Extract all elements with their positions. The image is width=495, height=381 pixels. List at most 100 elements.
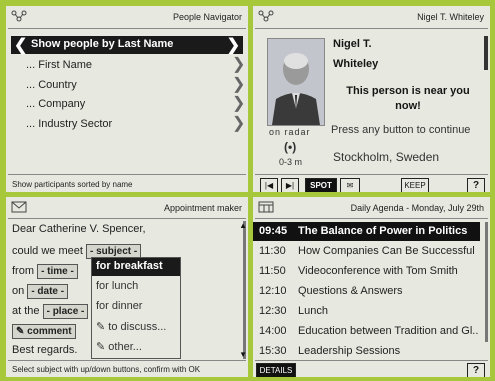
letter-salutation: Dear Catherine V. Spencer, [12,223,146,235]
divider [8,28,246,29]
agenda-time: 11:30 [259,245,286,257]
comment-field[interactable]: ✎ comment [12,324,76,339]
help-button[interactable]: ? [467,363,485,377]
agenda-row[interactable]: 11:30 How Companies Can Be Successful ..… [253,242,480,261]
agenda-time: 14:00 [259,325,287,337]
chevron-right-icon[interactable]: ❯ [232,116,245,132]
status-hint: Show participants sorted by name [12,180,133,189]
divider [255,360,488,361]
letter-line: at the - place - [12,304,89,319]
agenda-time: 12:30 [259,305,287,317]
sort-option-first-name[interactable]: ... First Name [26,59,92,71]
letter-text: could we meet [12,245,83,257]
person-first-name: Nigel T. [333,38,372,50]
subject-dropdown: for breakfast for lunch for dinner ✎ to … [91,257,181,359]
agenda-title: How Companies Can Be Successful ... [298,245,478,257]
agenda-row[interactable]: 11:50 Videoconference with Tom Smith [253,262,480,281]
scroll-up-icon[interactable]: ▲ [239,221,247,230]
agenda-title: Leadership Sessions [298,345,401,357]
divider [8,360,246,361]
envelope-icon [11,201,27,215]
dropdown-option[interactable]: for dinner [96,300,142,312]
people-navigator-panel: People Navigator ❮ Show people by Last N… [6,6,248,192]
details-button[interactable]: DETAILS [256,363,296,377]
person-location: Stockholm, Sweden [333,150,440,164]
next-icon[interactable]: ▶| [281,178,299,192]
help-button[interactable]: ? [467,178,485,192]
people-network-icon [258,10,274,24]
agenda-row[interactable]: 15:30 Leadership Sessions [253,342,480,361]
pencil-icon: ✎ [96,341,109,353]
spot-button[interactable]: SPOT [305,178,337,192]
proximity-alert: This person is near you now! [346,85,470,112]
agenda-title: Questions & Answers [298,285,403,297]
agenda-time: 15:30 [259,345,287,357]
dropdown-option[interactable]: for breakfast [92,258,180,276]
panel-title: People Navigator [172,12,242,22]
sort-option-last-name[interactable]: ❮ Show people by Last Name ❯ [11,36,243,54]
continue-prompt: Press any button to continue [331,124,471,136]
panel-title: Daily Agenda - Monday, July 29th [350,203,484,213]
chevron-left-icon[interactable]: ❮ [14,35,27,55]
sort-option-label: Show people by Last Name [31,38,174,50]
panel-header: Daily Agenda - Monday, July 29th [253,197,490,219]
option-label: for breakfast [96,260,163,272]
scrollbar[interactable] [484,36,488,70]
panel-title: Nigel T. Whiteley [417,12,484,22]
panel-header: People Navigator [6,6,248,28]
date-field[interactable]: - date - [27,284,69,299]
agenda-time: 11:50 [259,265,286,277]
agenda-row[interactable]: 12:10 Questions & Answers [253,282,480,301]
radar-status: on radar [269,127,311,137]
letter-text: at the [12,305,40,317]
scroll-down-icon[interactable]: ▼ [239,350,247,359]
pencil-icon: ✎ [16,326,28,337]
agenda-row[interactable]: 14:00 Education between Tradition and Gl… [253,322,480,341]
person-photo [267,38,325,126]
chevron-right-icon[interactable]: ❯ [232,77,245,93]
dropdown-option[interactable]: ✎ other... [96,340,142,353]
agenda-time: 09:45 [259,225,288,237]
sort-option-company[interactable]: ... Company [26,98,85,110]
dropdown-option[interactable]: ✎ to discuss... [96,320,166,333]
scrollbar[interactable] [243,221,246,359]
letter-line: on - date - [12,284,69,299]
agenda-row[interactable]: 12:30 Lunch [253,302,480,321]
appointment-panel: Appointment maker Dear Catherine V. Spen… [6,197,248,377]
agenda-title: The Balance of Power in Politics [298,225,468,237]
chevron-right-icon[interactable]: ❯ [227,35,240,55]
first-icon[interactable]: |◀ [260,178,278,192]
chevron-right-icon[interactable]: ❯ [232,96,245,112]
radar-distance: 0-3 m [279,157,303,167]
chevron-right-icon[interactable]: ❯ [232,57,245,73]
agenda-time: 12:10 [259,285,287,297]
time-field[interactable]: - time - [37,264,78,279]
mail-icon[interactable]: ✉ [340,178,360,192]
keep-button[interactable]: KEEP [401,178,429,192]
pencil-icon: ✎ [96,321,109,333]
person-panel: Nigel T. Whiteley Nigel T. Whiteley This… [253,6,490,192]
people-network-icon [11,10,27,24]
dropdown-option[interactable]: for lunch [96,280,138,292]
letter-closing: Best regards. [12,344,78,356]
divider [255,28,488,29]
sort-option-industry[interactable]: ... Industry Sector [26,118,112,130]
agenda-title: Videoconference with Tom Smith [298,265,458,277]
agenda-row[interactable]: 09:45 The Balance of Power in Politics [253,222,480,241]
letter-text: from [12,265,34,277]
letter-line: from - time - [12,264,78,279]
scrollbar[interactable] [485,222,488,342]
divider [255,218,488,219]
panel-header: Appointment maker [6,197,248,219]
sort-option-country[interactable]: ... Country [26,79,77,91]
agenda-title: Lunch [298,305,328,317]
place-field[interactable]: - place - [42,304,89,319]
panel-header: Nigel T. Whiteley [253,6,490,28]
radar-icon: (•) [284,140,297,154]
letter-text: on [12,285,25,297]
letter-line: ✎ comment [12,324,76,339]
calendar-icon [258,201,274,215]
divider [8,218,246,219]
agenda-panel: Daily Agenda - Monday, July 29th 09:45 T… [253,197,490,377]
option-label: other... [108,341,142,353]
